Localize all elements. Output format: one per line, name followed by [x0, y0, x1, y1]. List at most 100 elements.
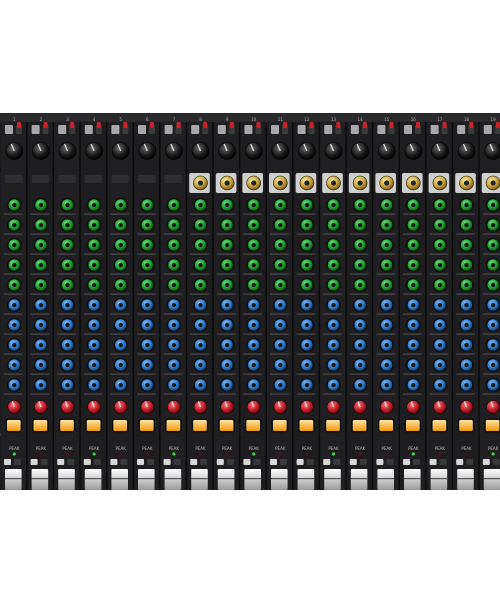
gold-trim-knob-cap [330, 180, 337, 186]
strip-divider [265, 122, 267, 490]
knob-label-line [190, 293, 209, 295]
label-slot [111, 175, 129, 183]
knob-label-line [243, 253, 262, 255]
knob-label-line [482, 233, 500, 235]
fader-cap [111, 469, 128, 490]
gain-knob [484, 142, 500, 160]
input-switch [31, 125, 40, 134]
fader-cap [297, 469, 315, 490]
red-toggle [203, 122, 208, 128]
knob-cap [411, 382, 416, 388]
knob-cap [145, 222, 150, 228]
knob-label-line [376, 213, 395, 215]
fader-cap-line [483, 478, 500, 480]
knob-cap [65, 342, 70, 348]
knob-label-line [403, 253, 422, 255]
strip-divider [132, 122, 134, 490]
peak-label: PEAK [488, 446, 499, 451]
knob-label-line [30, 233, 50, 235]
gold-trim-knob-cap [384, 180, 390, 186]
knob-cap [411, 222, 416, 228]
knob-cap [91, 342, 97, 348]
knob-label-line [403, 273, 422, 275]
knob-cap [490, 262, 496, 268]
fader-cap-line [111, 478, 128, 480]
peak-led [172, 452, 176, 456]
knob-cap [411, 322, 416, 328]
channel-number: 3 [66, 117, 69, 122]
knob-label-line [163, 393, 183, 395]
knob-cap [304, 342, 310, 348]
mute-button [429, 459, 437, 465]
solo-button [147, 459, 154, 465]
knob-label-line [482, 293, 500, 295]
knob-cap [145, 342, 150, 348]
mute-button [4, 459, 11, 465]
knob-cap [251, 302, 256, 308]
gain-knob [244, 142, 263, 160]
knob-label-line [110, 253, 129, 255]
fader-cap-line [84, 478, 102, 480]
channel-strip: 8 PEAK [187, 117, 214, 490]
gold-trim-knob-cap [251, 180, 257, 186]
knob-label-line [482, 373, 500, 375]
led-button [140, 420, 154, 431]
knob-label-line [270, 273, 289, 275]
knob-cap [224, 242, 230, 248]
fader-cap [5, 469, 22, 490]
led-button [326, 420, 340, 431]
knob-cap [65, 322, 70, 328]
knob-cap [331, 322, 336, 328]
peak-label: PEAK [36, 446, 47, 451]
knob-label-line [110, 373, 129, 375]
knob-label-line [296, 253, 316, 255]
knob-label-line [4, 353, 23, 355]
knob-cap [118, 222, 123, 228]
channel-number: 8 [199, 117, 202, 122]
knob-label-line [83, 333, 103, 335]
red-toggle [176, 122, 181, 128]
mute-button [216, 459, 224, 465]
knob-label-line [57, 373, 76, 375]
knob-cap [278, 202, 283, 208]
knob-label-line [376, 273, 395, 275]
knob-label-line [403, 393, 422, 395]
mute-button [296, 459, 304, 465]
fader-cap [84, 469, 102, 490]
knob-label-line [190, 273, 209, 275]
knob-label-line [376, 393, 395, 395]
channel-strip: 1 PEAK [1, 117, 28, 490]
input-switch [404, 125, 412, 134]
knob-cap [304, 282, 310, 288]
knob-label-line [243, 233, 262, 235]
knob-label-line [349, 333, 369, 335]
solo-button [492, 459, 500, 465]
input-switch [138, 125, 146, 134]
knob-cap [304, 362, 310, 368]
knob-cap [171, 242, 177, 248]
knob-label-line [110, 273, 129, 275]
peak-label: PEAK [9, 446, 20, 451]
channel-strip: 10 PEAK [240, 117, 267, 490]
input-switch [164, 125, 173, 134]
fader-cap [217, 469, 235, 490]
knob-label-line [270, 373, 289, 375]
knob-label-line [30, 373, 50, 375]
knob-cap [304, 262, 310, 268]
knob-cap [118, 202, 123, 208]
knob-label-line [57, 233, 76, 235]
knob-label-line [163, 253, 183, 255]
knob-label-line [323, 373, 342, 375]
knob-label-line [110, 353, 129, 355]
knob-cap [304, 322, 310, 328]
knob-cap [278, 342, 283, 348]
fader-cap-line [430, 478, 448, 480]
mute-button [57, 459, 65, 465]
red-toggle [229, 122, 234, 128]
red-toggle [389, 122, 394, 128]
knob-label-line [270, 333, 289, 335]
channel-strip: 14 PEAK [346, 117, 374, 490]
knob-label-line [323, 353, 342, 355]
channel-number: 2 [40, 117, 43, 122]
fader-cap-line [297, 478, 315, 480]
